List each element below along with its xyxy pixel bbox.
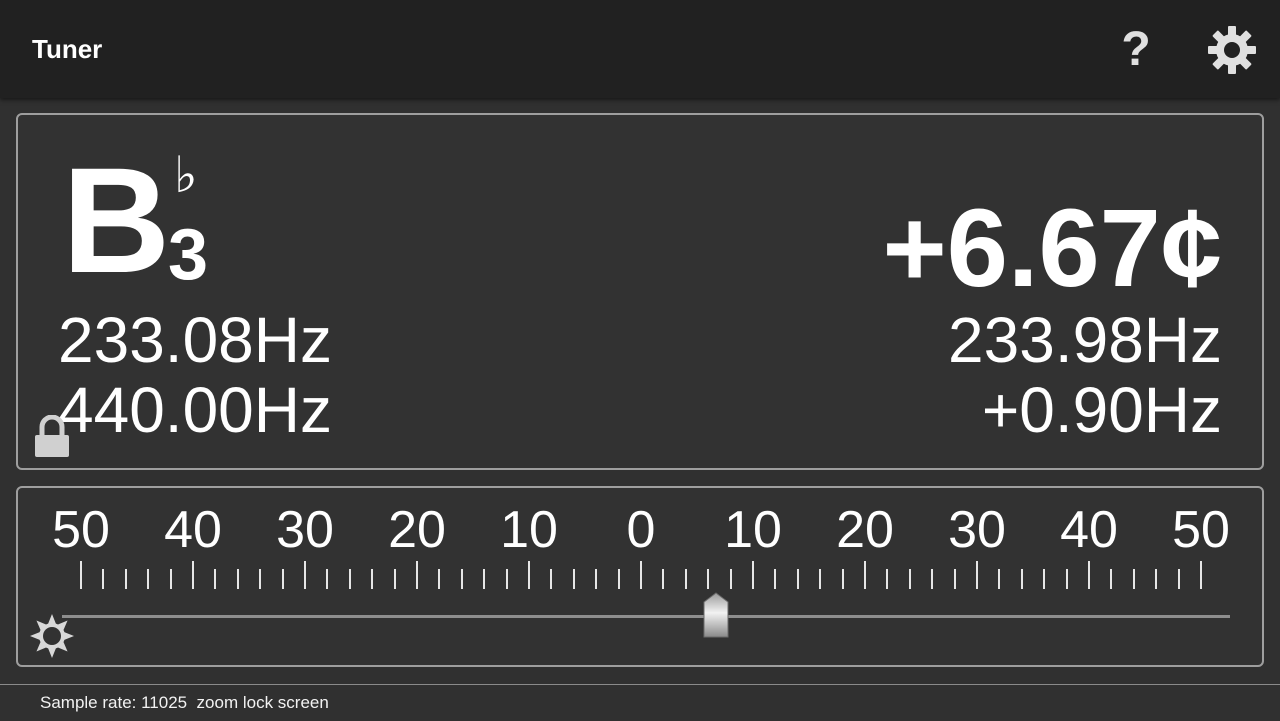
sun-icon bbox=[30, 614, 74, 658]
scale-tick bbox=[483, 569, 486, 589]
help-button[interactable]: ? bbox=[1112, 22, 1160, 76]
scale-tick bbox=[236, 569, 239, 589]
scale-tick bbox=[1177, 569, 1180, 589]
scale-tick bbox=[460, 569, 463, 589]
scale-tick bbox=[192, 561, 194, 589]
scale-tick bbox=[819, 569, 822, 589]
scale-tick bbox=[214, 569, 217, 589]
scale-tick bbox=[1020, 569, 1023, 589]
scale-label: 50 bbox=[1172, 501, 1230, 559]
status-text: Sample rate: 11025 zoom lock screen bbox=[40, 693, 329, 712]
scale-tick bbox=[1088, 561, 1090, 589]
scale-tick bbox=[774, 569, 777, 589]
scale-tick bbox=[528, 561, 530, 589]
brightness-button[interactable] bbox=[28, 612, 76, 660]
scale-label: 10 bbox=[500, 501, 558, 559]
scale-tick bbox=[505, 569, 508, 589]
scale-label: 40 bbox=[164, 501, 222, 559]
scale-tick bbox=[617, 569, 620, 589]
scale-tick bbox=[550, 569, 553, 589]
scale-tick bbox=[640, 561, 642, 589]
scale-tick bbox=[707, 569, 710, 589]
scale-tick bbox=[729, 569, 732, 589]
target-frequency: 233.08Hz bbox=[58, 304, 332, 376]
scale-label: 10 bbox=[724, 501, 782, 559]
scale-tick bbox=[348, 569, 351, 589]
scale-tick bbox=[662, 569, 665, 589]
tuning-meter: 50 40 30 20 10 0 10 20 30 40 50 bbox=[16, 486, 1264, 667]
scale-tick bbox=[1155, 569, 1158, 589]
scale-tick bbox=[1132, 569, 1135, 589]
scale-tick bbox=[998, 569, 1001, 589]
scale-tick bbox=[595, 569, 598, 589]
scale-tick bbox=[752, 561, 754, 589]
scale-label: 50 bbox=[52, 501, 110, 559]
scale-tick bbox=[931, 569, 934, 589]
scale-tick bbox=[304, 561, 306, 589]
scale-tick bbox=[371, 569, 374, 589]
lock-icon bbox=[35, 414, 69, 457]
note-accidental: ♭ bbox=[174, 146, 198, 204]
gear-icon bbox=[1208, 26, 1256, 74]
app-bar: Tuner ? bbox=[0, 0, 1280, 98]
detected-frequency: 233.98Hz bbox=[948, 304, 1222, 376]
tuning-needle[interactable] bbox=[703, 592, 729, 638]
meter-track bbox=[62, 615, 1230, 618]
scale-tick bbox=[1200, 561, 1202, 589]
scale-tick bbox=[953, 569, 956, 589]
scale-tick bbox=[572, 569, 575, 589]
scale-tick bbox=[416, 561, 418, 589]
scale-tick bbox=[908, 569, 911, 589]
scale-label: 20 bbox=[836, 501, 894, 559]
scale-label: 30 bbox=[948, 501, 1006, 559]
scale-tick bbox=[80, 561, 82, 589]
scale-label: 0 bbox=[626, 501, 656, 559]
scale-tick bbox=[886, 569, 889, 589]
scale-tick bbox=[864, 561, 866, 589]
reference-frequency: 440.00Hz bbox=[58, 374, 332, 446]
scale-tick bbox=[326, 569, 329, 589]
scale-tick bbox=[147, 569, 150, 589]
status-bar: Sample rate: 11025 zoom lock screen bbox=[0, 684, 1280, 721]
cents-deviation: +6.67¢ bbox=[882, 187, 1222, 310]
settings-button[interactable] bbox=[1206, 24, 1258, 76]
scale-tick bbox=[281, 569, 284, 589]
scale-tick bbox=[1110, 569, 1113, 589]
scale-tick bbox=[684, 569, 687, 589]
note-octave: 3 bbox=[168, 215, 209, 295]
scale-tick bbox=[1043, 569, 1046, 589]
note-name: B bbox=[62, 136, 171, 304]
question-mark-icon: ? bbox=[1121, 22, 1151, 76]
scale-tick bbox=[438, 569, 441, 589]
scale-label: 20 bbox=[388, 501, 446, 559]
scale-tick bbox=[976, 561, 978, 589]
scale-tick bbox=[841, 569, 844, 589]
frequency-offset: +0.90Hz bbox=[981, 374, 1222, 446]
scale-tick bbox=[169, 569, 172, 589]
scale-tick bbox=[1065, 569, 1068, 589]
scale-tick bbox=[393, 569, 396, 589]
scale-label: 30 bbox=[276, 501, 334, 559]
scale-tick bbox=[796, 569, 799, 589]
scale-tick bbox=[259, 569, 262, 589]
note-panel: B ♭ 3 233.08Hz 440.00Hz +6.67¢ 233.98Hz … bbox=[16, 113, 1264, 470]
scale-tick bbox=[124, 569, 127, 589]
app-title: Tuner bbox=[32, 34, 103, 64]
lock-button[interactable] bbox=[33, 414, 71, 459]
scale-tick bbox=[102, 569, 105, 589]
scale-label: 40 bbox=[1060, 501, 1118, 559]
